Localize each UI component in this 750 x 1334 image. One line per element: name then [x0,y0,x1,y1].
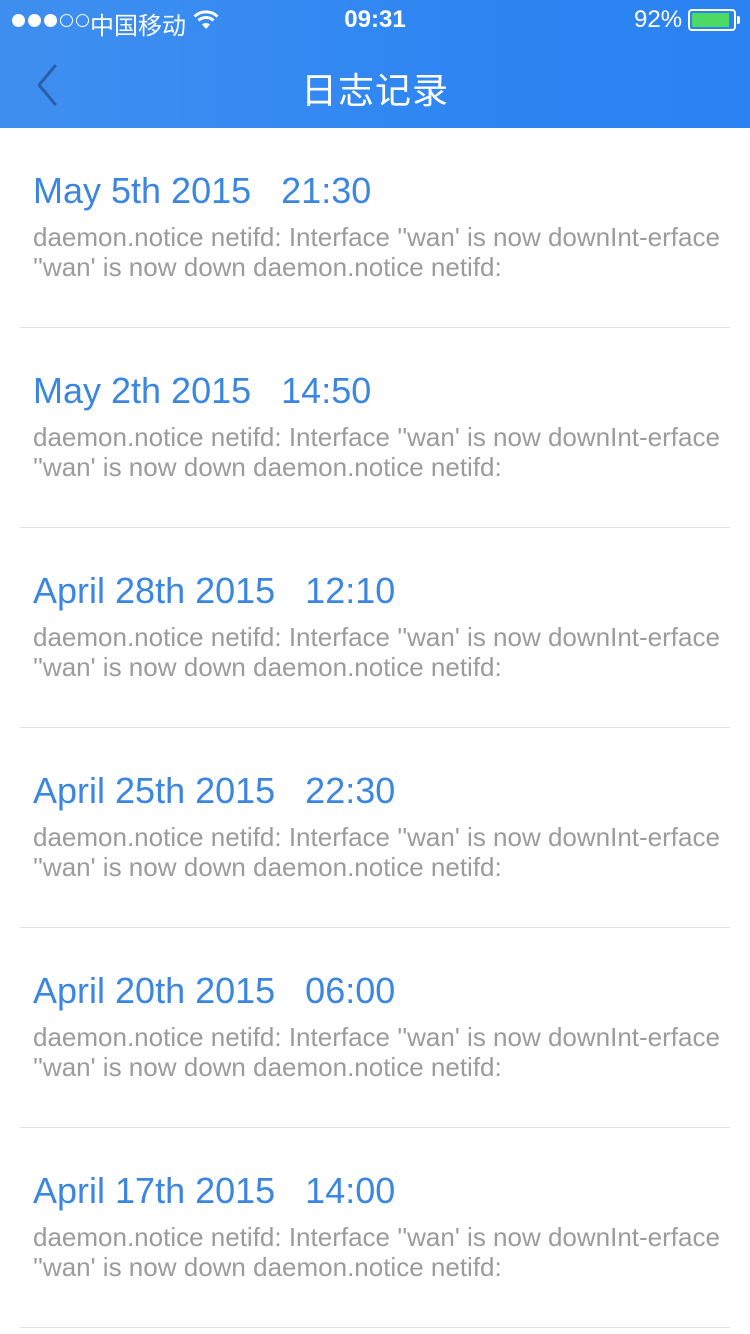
battery-level [692,13,729,27]
log-list-item[interactable]: April 17th 2015 14:00 daemon.notice netif… [20,1128,730,1328]
log-message: daemon.notice netifd: Interface ''wan' i… [33,222,720,282]
log-timestamp: April 20th 2015 06:00 [33,970,396,1011]
log-list-item[interactable]: May 5th 2015 21:30 daemon.notice netifd: … [20,128,730,328]
log-list-item[interactable]: April 25th 2015 22:30 daemon.notice netif… [20,728,730,928]
log-timestamp: May 2th 2015 14:50 [33,370,372,411]
battery-percentage: 92% [634,6,683,33]
log-timestamp: April 17th 2015 14:00 [33,1170,396,1211]
log-message: daemon.notice netifd: Interface ''wan' i… [33,1222,720,1282]
log-list-item[interactable]: May 2th 2015 14:50 daemon.notice netifd: … [20,328,730,528]
log-list-item[interactable]: April 20th 2015 06:00 daemon.notice netif… [20,928,730,1128]
log-timestamp: May 5th 2015 21:30 [33,170,372,211]
log-list: May 5th 2015 21:30 daemon.notice netifd: … [0,128,750,1328]
log-timestamp: April 28th 2015 12:10 [33,570,396,611]
log-list-item[interactable]: April 28th 2015 12:10 daemon.notice netif… [20,528,730,728]
log-message: daemon.notice netifd: Interface ''wan' i… [33,422,720,482]
battery-icon [688,9,736,31]
page-title: 日志记录 [300,70,449,111]
log-message: daemon.notice netifd: Interface ''wan' i… [33,622,720,682]
log-timestamp: April 25th 2015 22:30 [33,770,396,811]
battery-cap [737,16,740,24]
header: 中国移动 09:31 92% 日志记录 [0,0,750,128]
log-message: daemon.notice netifd: Interface ''wan' i… [33,822,720,882]
status-bar: 中国移动 09:31 92% [0,0,750,40]
log-message: daemon.notice netifd: Interface ''wan' i… [33,1022,720,1082]
